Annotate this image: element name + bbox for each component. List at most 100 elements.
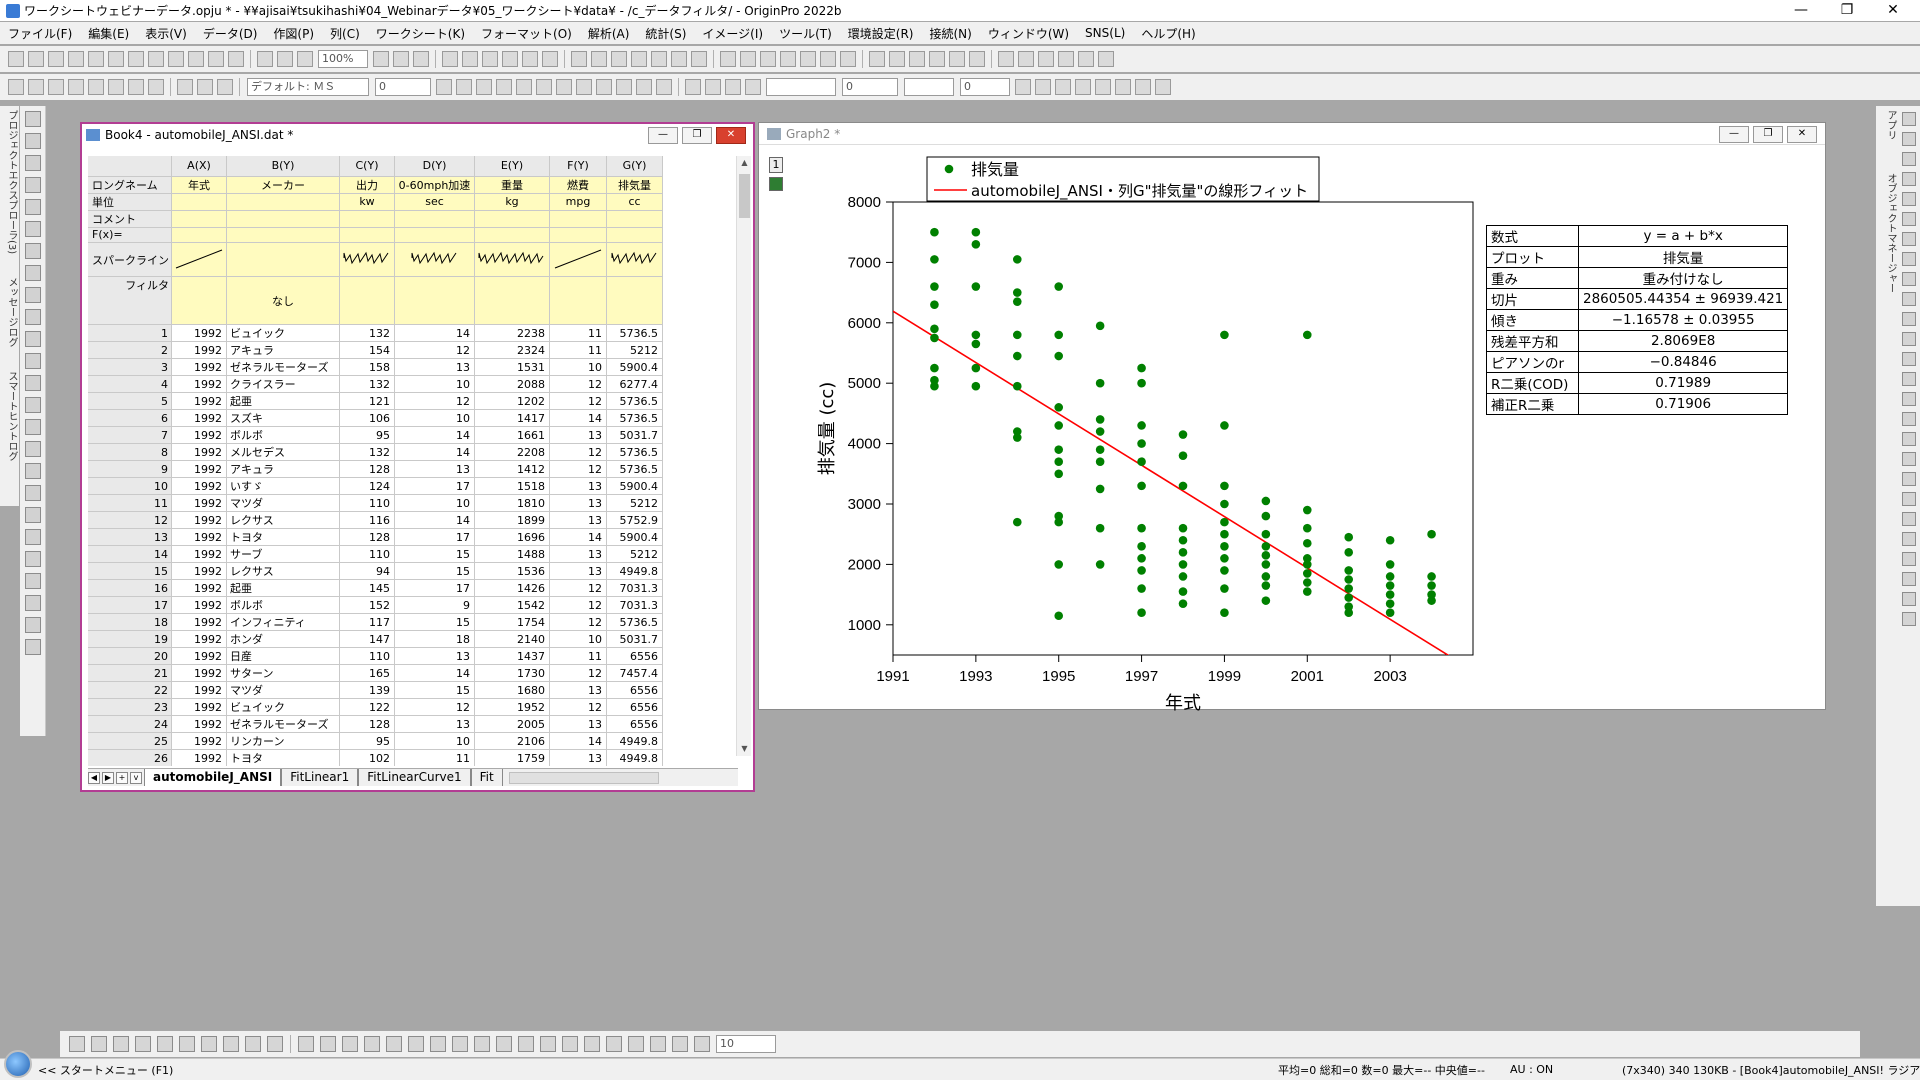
data-cell[interactable]: 7457.4 [606, 664, 663, 683]
row-number[interactable]: 15 [88, 562, 172, 581]
arrow-right-icon[interactable] [1078, 51, 1094, 67]
plot-line-icon[interactable] [69, 1036, 85, 1052]
data-point[interactable] [1302, 587, 1312, 596]
disregard-icon[interactable] [691, 51, 707, 67]
filter-cell[interactable] [474, 276, 550, 326]
data-cell[interactable]: 2238 [474, 324, 550, 343]
data-cell[interactable]: 2208 [474, 443, 550, 462]
data-cell[interactable]: 14 [394, 324, 475, 343]
insert-icon[interactable] [88, 79, 104, 95]
move-right-icon[interactable] [1038, 51, 1054, 67]
data-cell[interactable]: 1992 [171, 341, 227, 360]
mask-icon[interactable] [128, 79, 144, 95]
data-cell[interactable]: マツダ [226, 681, 340, 700]
app-25-icon[interactable] [1902, 592, 1916, 606]
comment-cell[interactable] [474, 210, 550, 228]
save-icon[interactable] [208, 51, 224, 67]
row-number[interactable]: 20 [88, 647, 172, 666]
first-icon[interactable] [909, 51, 925, 67]
data-cell[interactable]: 165 [339, 664, 395, 683]
data-point[interactable] [1137, 457, 1146, 467]
symbol-size-combo[interactable]: 0 [960, 78, 1010, 96]
data-cell[interactable]: 11 [549, 647, 607, 666]
results-log-icon[interactable] [502, 51, 518, 67]
long-name-cell[interactable]: 排気量 [606, 176, 663, 194]
clear-filter-icon[interactable] [820, 51, 836, 67]
label-icon[interactable] [671, 51, 687, 67]
copy-icon[interactable] [197, 79, 213, 95]
data-cell[interactable]: 5736.5 [606, 460, 663, 479]
menu-item-4[interactable]: 作図(P) [265, 25, 322, 42]
data-cell[interactable]: 14 [394, 443, 475, 462]
data-point[interactable] [1095, 415, 1105, 424]
vertical-scrollbar[interactable]: ▲ ▼ [736, 156, 751, 756]
x-icon[interactable] [591, 51, 607, 67]
data-cell[interactable]: 1992 [171, 630, 227, 649]
data-point[interactable] [1137, 421, 1146, 430]
long-name-cell[interactable]: メーカー [226, 176, 340, 194]
data-cell[interactable]: 1992 [171, 375, 227, 394]
data-point[interactable] [930, 300, 939, 309]
data-point[interactable] [1427, 581, 1436, 590]
data-cell[interactable]: 1992 [171, 460, 227, 479]
data-cell[interactable]: 日産 [226, 647, 340, 666]
formula-cell[interactable] [339, 227, 395, 244]
matrix-icon[interactable] [48, 79, 64, 95]
tab-automobile[interactable]: automobileJ_ANSI [144, 769, 282, 786]
long-name-cell[interactable]: 年式 [171, 176, 227, 194]
filter-plus-icon[interactable] [840, 51, 856, 67]
data-point[interactable] [1344, 532, 1354, 542]
data-point[interactable] [1137, 378, 1146, 388]
data-cell[interactable]: 110 [339, 494, 395, 513]
plot-area-icon[interactable] [201, 1036, 217, 1052]
unmask-icon[interactable] [148, 79, 164, 95]
data-cell[interactable]: 6556 [606, 715, 663, 734]
data-cell[interactable]: ビュイック [226, 324, 340, 343]
plot-icon[interactable] [8, 79, 24, 95]
app-15-icon[interactable] [1902, 392, 1916, 406]
tab-fitlinear1[interactable]: FitLinear1 [281, 769, 359, 786]
circle-icon[interactable] [24, 529, 41, 545]
data-cell[interactable]: 1759 [474, 749, 550, 766]
app-26-icon[interactable] [1902, 612, 1916, 626]
data-cell[interactable]: 17 [394, 579, 475, 598]
app-3-icon[interactable] [1902, 152, 1916, 166]
tab-menu-icon[interactable]: v [130, 771, 142, 784]
data-cell[interactable]: 10 [394, 409, 475, 428]
data-cell[interactable]: 5900.4 [606, 477, 663, 496]
data-cell[interactable]: 1899 [474, 511, 550, 530]
data-cell[interactable]: 13 [549, 715, 607, 734]
data-point[interactable] [1302, 578, 1312, 587]
data-point[interactable] [1178, 560, 1188, 569]
fit-parameters-table[interactable]: 数式 y = a + b*x プロット 排気量 重み 重み付けなし 切片 2860505.44… [1486, 225, 1789, 415]
data-cell[interactable]: 1412 [474, 460, 550, 479]
data-cell[interactable]: 10 [394, 494, 475, 513]
frame-icon[interactable] [1135, 79, 1151, 95]
data-point[interactable] [1220, 499, 1229, 509]
plot-boxplot-icon[interactable] [179, 1036, 195, 1052]
app-7-icon[interactable] [1902, 232, 1916, 246]
unit-cell[interactable] [171, 193, 227, 211]
scroll-down-icon[interactable]: ▼ [737, 742, 752, 756]
asterisk-icon[interactable] [24, 573, 41, 589]
app-21-icon[interactable] [1902, 512, 1916, 526]
menu-item-16[interactable]: ヘルプ(H) [1133, 25, 1203, 42]
data-point[interactable] [1385, 560, 1395, 569]
data-point[interactable] [930, 282, 939, 291]
comment-cell[interactable] [171, 210, 227, 228]
arrow-tool-icon[interactable] [24, 331, 41, 347]
swap-icon[interactable] [998, 51, 1014, 67]
data-point[interactable] [1137, 541, 1146, 551]
menu-item-10[interactable]: イメージ(I) [694, 25, 771, 42]
column-header-4[interactable]: E(Y) [474, 156, 550, 177]
data-cell[interactable]: スズキ [226, 409, 340, 428]
data-cell[interactable]: トヨタ [226, 528, 340, 547]
data-cell[interactable]: 132 [339, 375, 395, 394]
data-cell[interactable]: 1426 [474, 579, 550, 598]
menu-item-13[interactable]: 接続(N) [921, 25, 979, 42]
data-point[interactable] [1178, 599, 1188, 608]
data-point[interactable] [930, 363, 939, 373]
app-24-icon[interactable] [1902, 572, 1916, 586]
scroll-thumb[interactable] [739, 174, 750, 218]
data-point[interactable] [1178, 481, 1188, 491]
